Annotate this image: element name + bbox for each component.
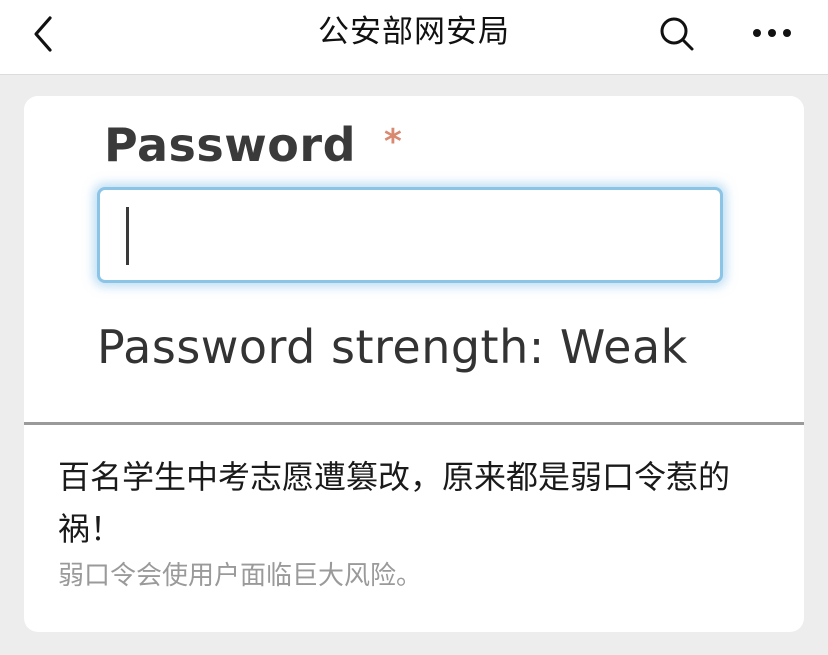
password-input [97,187,723,283]
article-summary: 弱口令会使用户面临巨大风险。 [58,561,423,591]
required-asterisk: * [384,122,402,162]
article-title[interactable]: 百名学生中考志愿遭篡改，原来都是弱口令惹的祸！ [58,451,758,555]
article-cover-image: Password * Password strength: Weak [24,96,804,423]
password-strength-text: Password strength: Weak [97,320,688,374]
page-title: 公安部网安局 [318,14,510,50]
top-navigation-bar: 公安部网安局 [0,0,828,75]
password-field-label: Password [104,118,356,172]
cover-divider [24,422,804,425]
article-card[interactable]: Password * Password strength: Weak 百名学生中… [24,96,804,632]
more-options-button[interactable] [748,13,796,53]
search-icon [660,17,694,51]
more-horizontal-icon [753,29,791,37]
text-cursor [126,207,129,265]
search-button[interactable] [656,13,696,53]
